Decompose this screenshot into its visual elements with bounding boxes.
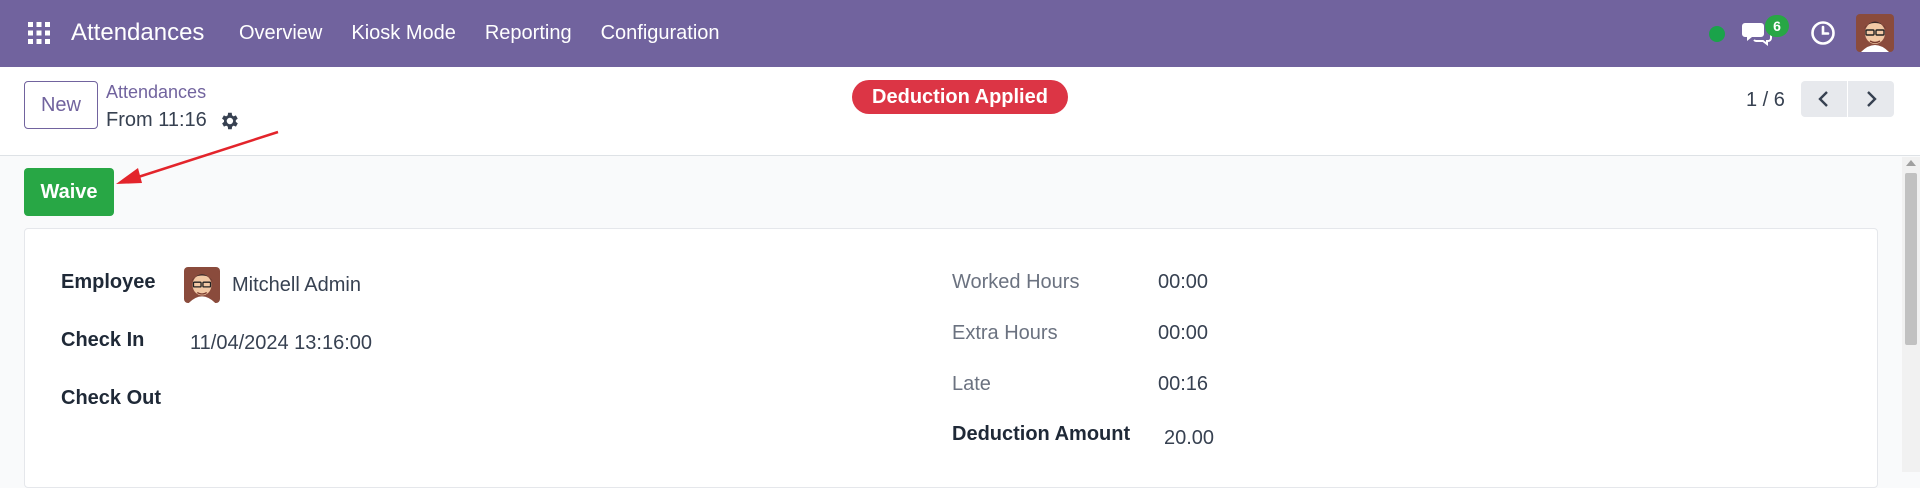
menu-overview[interactable]: Overview — [239, 22, 322, 45]
menu-kiosk-mode[interactable]: Kiosk Mode — [351, 22, 456, 45]
menu-reporting[interactable]: Reporting — [485, 22, 572, 45]
deduction-amount-value[interactable]: 20.00 — [1164, 427, 1214, 450]
pager-previous-button[interactable] — [1801, 81, 1847, 117]
check-out-label: Check Out — [61, 387, 162, 409]
top-navbar: Attendances Overview Kiosk Mode Reportin… — [0, 0, 1920, 67]
user-avatar[interactable] — [1856, 14, 1894, 52]
late-label: Late — [952, 373, 991, 395]
main-menu: Overview Kiosk Mode Reporting Configurat… — [239, 22, 749, 45]
deduction-amount-label: Deduction Amount — [952, 423, 1131, 445]
employee-label: Employee — [61, 271, 156, 293]
extra-hours-value: 00:00 — [1158, 322, 1209, 344]
breadcrumb-attendances[interactable]: Attendances — [106, 82, 206, 103]
record-name: From 11:16 — [106, 109, 207, 131]
worked-hours-label: Worked Hours — [952, 271, 1080, 293]
control-panel: New Attendances From 11:16 Deduction App… — [0, 67, 1920, 156]
status-badge: Deduction Applied — [852, 80, 1068, 114]
employee-avatar — [184, 267, 220, 303]
extra-hours-label: Extra Hours — [952, 322, 1058, 344]
waive-button[interactable]: Waive — [24, 168, 114, 216]
check-in-value[interactable]: 11/04/2024 13:16:00 — [190, 332, 372, 355]
menu-configuration[interactable]: Configuration — [601, 22, 720, 45]
pager-value[interactable]: 1 / 6 — [1746, 89, 1785, 112]
new-button[interactable]: New — [24, 81, 98, 129]
employee-value[interactable]: Mitchell Admin — [232, 274, 361, 297]
gear-icon[interactable] — [218, 110, 240, 132]
form-sheet — [24, 228, 1878, 488]
worked-hours-value: 00:00 — [1158, 271, 1209, 293]
chevron-right-icon — [1867, 91, 1877, 107]
chevron-left-icon — [1818, 91, 1828, 107]
pager-next-button[interactable] — [1848, 81, 1894, 117]
scrollbar-thumb[interactable] — [1905, 173, 1917, 345]
apps-grid-icon[interactable] — [27, 21, 51, 45]
chat-count-badge: 6 — [1765, 15, 1789, 37]
clock-icon[interactable] — [1810, 20, 1836, 46]
scroll-up-arrow-icon[interactable] — [1906, 160, 1916, 166]
check-in-label: Check In — [61, 329, 145, 351]
app-title[interactable]: Attendances — [71, 19, 204, 47]
presence-status-icon — [1709, 26, 1725, 42]
late-value: 00:16 — [1158, 373, 1209, 395]
